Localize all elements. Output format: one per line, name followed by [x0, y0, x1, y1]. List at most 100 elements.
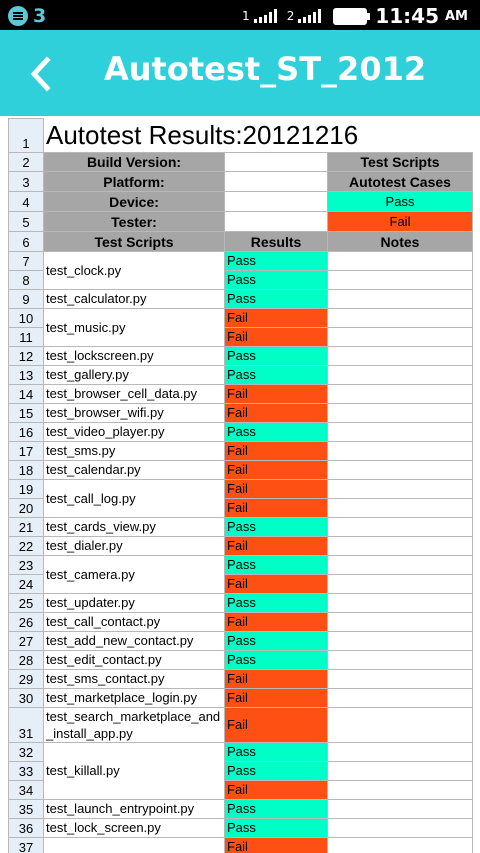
result-pass-cell[interactable]: Pass [224, 517, 328, 537]
test-script-name[interactable]: test_lockscreen.py [43, 346, 225, 366]
result-pass-cell[interactable]: Pass [224, 270, 328, 290]
test-script-name[interactable]: test_calculator.py [43, 289, 225, 309]
test-script-name[interactable]: test_sms.py [43, 441, 225, 461]
test-script-name[interactable] [43, 837, 225, 853]
test-script-name[interactable]: test_browser_cell_data.py [43, 384, 225, 404]
result-fail-cell[interactable]: Fail [224, 612, 328, 632]
result-pass-cell[interactable]: Pass [224, 289, 328, 309]
notes-cell[interactable] [327, 270, 473, 290]
test-script-name[interactable]: test_call_contact.py [43, 612, 225, 632]
result-pass-cell[interactable]: Pass [224, 742, 328, 762]
notes-cell[interactable] [327, 761, 473, 781]
notes-cell[interactable] [327, 441, 473, 461]
notes-cell[interactable] [327, 251, 473, 271]
notes-cell[interactable] [327, 498, 473, 518]
result-pass-cell[interactable]: Pass [224, 422, 328, 442]
back-button[interactable] [22, 54, 62, 94]
notes-cell[interactable] [327, 403, 473, 423]
test-script-name[interactable]: test_updater.py [43, 593, 225, 613]
test-script-name[interactable]: test_video_player.py [43, 422, 225, 442]
notes-cell[interactable] [327, 780, 473, 800]
notes-cell[interactable] [327, 422, 473, 442]
result-fail-cell[interactable]: Fail [224, 669, 328, 689]
result-pass-cell[interactable]: Pass [224, 365, 328, 385]
test-script-name[interactable]: test_lock_screen.py [43, 818, 225, 838]
notes-cell[interactable] [327, 631, 473, 651]
notes-cell[interactable] [327, 837, 473, 853]
test-script-name[interactable]: test_killall.py [43, 742, 225, 800]
result-pass-cell[interactable]: Pass [224, 818, 328, 838]
test-script-name[interactable]: test_camera.py [43, 555, 225, 594]
spreadsheet-view[interactable]: 1 Autotest Results:20121216 2 Build Vers… [0, 116, 480, 853]
notes-cell[interactable] [327, 799, 473, 819]
device-cell[interactable] [224, 191, 328, 212]
test-script-name[interactable]: test_music.py [43, 308, 225, 347]
result-fail-cell[interactable]: Fail [224, 707, 328, 743]
result-fail-cell[interactable]: Fail [224, 780, 328, 800]
result-pass-cell[interactable]: Pass [224, 251, 328, 271]
notes-cell[interactable] [327, 669, 473, 689]
result-fail-cell[interactable]: Fail [224, 837, 328, 853]
result-fail-cell[interactable]: Fail [224, 441, 328, 461]
result-pass-cell[interactable]: Pass [224, 555, 328, 575]
test-script-name[interactable]: test_calendar.py [43, 460, 225, 480]
row-number: 21 [8, 517, 44, 537]
table-row: 23 test_camera.py Pass [8, 555, 473, 594]
result-fail-cell[interactable]: Fail [224, 498, 328, 518]
notes-cell[interactable] [327, 517, 473, 537]
notes-cell[interactable] [327, 327, 473, 347]
result-pass-cell[interactable]: Pass [224, 650, 328, 670]
table-row: 14 test_browser_cell_data.py Fail [8, 384, 473, 404]
notes-cell[interactable] [327, 289, 473, 309]
result-pass-cell[interactable]: Pass [224, 346, 328, 366]
result-pass-cell[interactable]: Pass [224, 593, 328, 613]
test-script-name[interactable]: test_edit_contact.py [43, 650, 225, 670]
notes-cell[interactable] [327, 365, 473, 385]
notes-cell[interactable] [327, 346, 473, 366]
test-script-name[interactable]: test_launch_entrypoint.py [43, 799, 225, 819]
row-number: 30 [8, 688, 44, 708]
notes-cell[interactable] [327, 818, 473, 838]
result-fail-cell[interactable]: Fail [224, 479, 328, 499]
result-fail-cell[interactable]: Fail [224, 536, 328, 556]
notes-cell[interactable] [327, 536, 473, 556]
notes-cell[interactable] [327, 593, 473, 613]
result-fail-cell[interactable]: Fail [224, 403, 328, 423]
result-fail-cell[interactable]: Fail [224, 308, 328, 328]
test-script-name[interactable]: test_cards_view.py [43, 517, 225, 537]
test-script-name[interactable]: test_search_marketplace_and _install_app… [43, 707, 225, 743]
result-fail-cell[interactable]: Fail [224, 327, 328, 347]
result-pass-cell[interactable]: Pass [224, 799, 328, 819]
notes-cell[interactable] [327, 555, 473, 575]
test-script-name[interactable]: test_browser_wifi.py [43, 403, 225, 423]
test-script-name[interactable]: test_call_log.py [43, 479, 225, 518]
notes-cell[interactable] [327, 650, 473, 670]
test-script-name[interactable]: test_marketplace_login.py [43, 688, 225, 708]
notes-cell[interactable] [327, 612, 473, 632]
test-script-name[interactable]: test_gallery.py [43, 365, 225, 385]
platform-cell[interactable] [224, 171, 328, 192]
result-pass-cell[interactable]: Pass [224, 761, 328, 781]
result-fail-cell[interactable]: Fail [224, 574, 328, 594]
app-header: Autotest_ST_2012 [0, 30, 480, 116]
test-script-name[interactable]: test_add_new_contact.py [43, 631, 225, 651]
result-pass-cell[interactable]: Pass [224, 631, 328, 651]
notes-cell[interactable] [327, 460, 473, 480]
test-script-name[interactable]: test_clock.py [43, 251, 225, 290]
notes-cell[interactable] [327, 707, 473, 743]
notes-cell[interactable] [327, 574, 473, 594]
notes-cell[interactable] [327, 384, 473, 404]
notes-cell[interactable] [327, 688, 473, 708]
notes-cell[interactable] [327, 742, 473, 762]
tester-cell[interactable] [224, 211, 328, 232]
result-fail-cell[interactable]: Fail [224, 384, 328, 404]
notification-menu-icon[interactable] [8, 6, 28, 26]
notes-cell[interactable] [327, 479, 473, 499]
test-script-name[interactable]: test_dialer.py [43, 536, 225, 556]
row-number: 26 [8, 612, 44, 632]
result-fail-cell[interactable]: Fail [224, 460, 328, 480]
notes-cell[interactable] [327, 308, 473, 328]
test-script-name[interactable]: test_sms_contact.py [43, 669, 225, 689]
result-fail-cell[interactable]: Fail [224, 688, 328, 708]
build-version-cell[interactable] [224, 152, 328, 172]
